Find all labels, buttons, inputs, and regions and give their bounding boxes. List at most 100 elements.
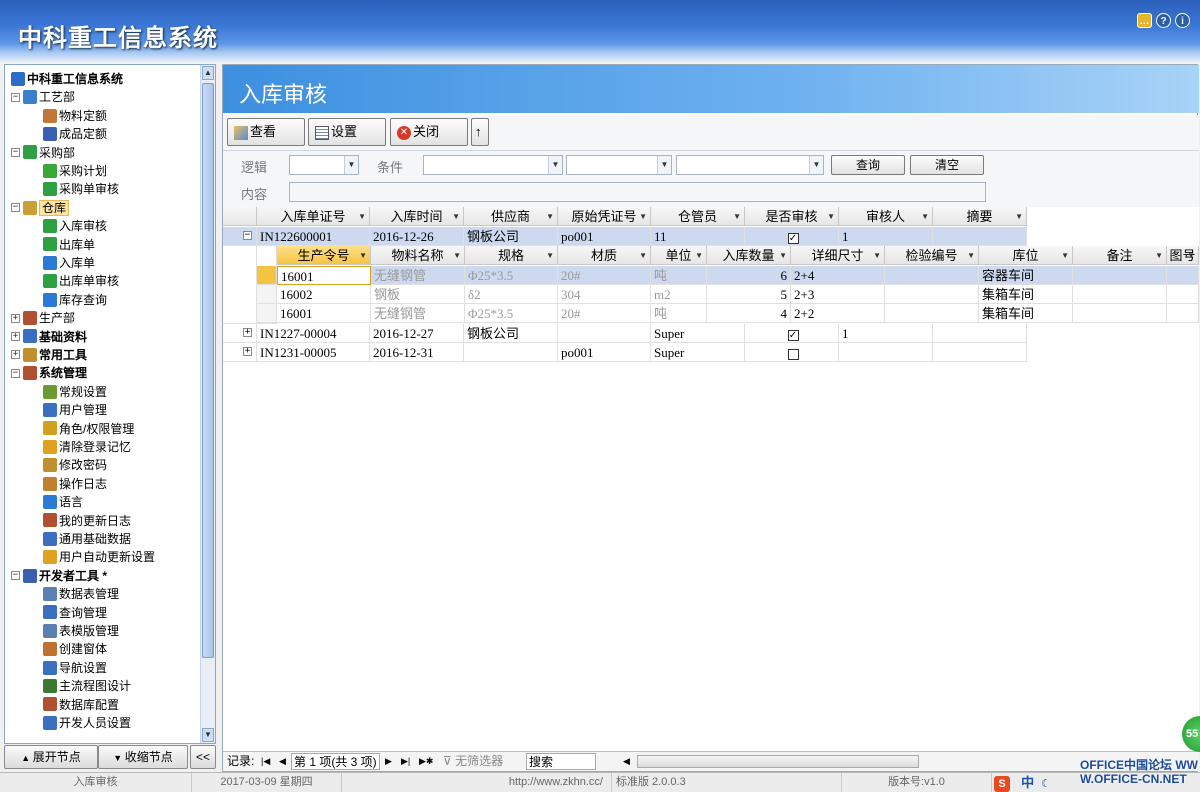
- tree-item[interactable]: 用户管理: [43, 400, 107, 418]
- table-cell[interactable]: 1: [839, 227, 933, 246]
- collapse-icon[interactable]: −: [11, 368, 20, 378]
- tree-item[interactable]: 表模版管理: [43, 621, 119, 639]
- logic-select[interactable]: ▼: [289, 155, 359, 175]
- detail-cell[interactable]: 2+2: [791, 304, 885, 323]
- operator-select[interactable]: ▼: [566, 155, 672, 175]
- table-cell[interactable]: [745, 343, 839, 362]
- filter-arrow-icon[interactable]: ▼: [921, 207, 929, 225]
- record-position[interactable]: 第 1 项(共 3 项): [291, 753, 380, 770]
- tree-item[interactable]: 我的更新日志: [43, 511, 131, 529]
- tree-item[interactable]: − 系统管理: [11, 363, 87, 381]
- filter-arrow-icon[interactable]: ▼: [1155, 246, 1163, 264]
- detail-row-selector[interactable]: [257, 285, 277, 304]
- row-selector[interactable]: −: [223, 227, 257, 246]
- field-select[interactable]: ▼: [423, 155, 563, 175]
- table-cell[interactable]: [933, 227, 1027, 246]
- filter-arrow-icon[interactable]: ▼: [358, 207, 366, 225]
- table-cell[interactable]: Super: [651, 343, 745, 362]
- detail-cell[interactable]: [1167, 304, 1199, 323]
- table-cell[interactable]: 钢板公司: [464, 227, 558, 246]
- filter-arrow-icon[interactable]: ▼: [546, 207, 554, 225]
- audited-checkbox[interactable]: ✓: [787, 232, 799, 244]
- detail-cell[interactable]: 304: [558, 285, 651, 304]
- detail-cell[interactable]: Φ25*3.5: [465, 266, 558, 285]
- tree-item[interactable]: 数据表管理: [43, 584, 119, 602]
- tree-item[interactable]: + 基础资料: [11, 327, 87, 345]
- detail-column-header[interactable]: 图号 ▼: [1167, 246, 1199, 265]
- filter-arrow-icon[interactable]: ▼: [1187, 246, 1195, 264]
- prev-record-icon[interactable]: ◀: [279, 752, 286, 771]
- table-cell[interactable]: po001: [558, 343, 651, 362]
- detail-cell[interactable]: 2+4: [791, 266, 885, 285]
- table-cell[interactable]: [558, 324, 651, 343]
- help-icon[interactable]: ?: [1156, 13, 1171, 28]
- filter-arrow-icon[interactable]: ▼: [1015, 207, 1023, 225]
- settings-button[interactable]: 设置: [308, 118, 386, 146]
- tree-item[interactable]: 导航设置: [43, 658, 107, 676]
- detail-column-header[interactable]: 物料名称 ▼: [371, 246, 465, 265]
- table-cell[interactable]: ✓: [745, 227, 839, 246]
- filter-arrow-icon[interactable]: ▼: [827, 207, 835, 225]
- tree-item[interactable]: − 工艺部: [11, 87, 75, 105]
- table-cell[interactable]: 1: [839, 324, 933, 343]
- scroll-up-icon[interactable]: ▲: [202, 66, 214, 80]
- detail-cell[interactable]: [1167, 266, 1199, 285]
- column-header[interactable]: 审核人 ▼: [839, 207, 933, 226]
- detail-column-header[interactable]: 单位 ▼: [651, 246, 707, 265]
- detail-column-header[interactable]: 备注 ▼: [1073, 246, 1167, 265]
- tree-item[interactable]: 修改密码: [43, 455, 107, 473]
- filter-arrow-icon[interactable]: ▼: [639, 207, 647, 225]
- column-header[interactable]: 入库单证号 ▼: [257, 207, 370, 226]
- row-selector[interactable]: +: [223, 343, 257, 362]
- table-cell[interactable]: IN1231-00005: [257, 343, 370, 362]
- tree-item[interactable]: 成品定额: [43, 124, 107, 142]
- column-header[interactable]: 供应商 ▼: [464, 207, 558, 226]
- next-record-icon[interactable]: ▶: [385, 752, 392, 771]
- detail-cell[interactable]: [1073, 285, 1167, 304]
- detail-cell[interactable]: 4: [707, 304, 791, 323]
- chat-icon[interactable]: …: [1137, 13, 1152, 28]
- toggle-sidebar-button[interactable]: <<: [190, 745, 216, 769]
- detail-cell[interactable]: 吨: [651, 266, 707, 285]
- tree-item[interactable]: + 常用工具: [11, 345, 87, 363]
- detail-row-selector[interactable]: [257, 304, 277, 323]
- filter-arrow-icon[interactable]: ▼: [695, 246, 703, 264]
- detail-indent[interactable]: [223, 246, 257, 324]
- query-button[interactable]: 查询: [831, 155, 905, 175]
- value-select[interactable]: ▼: [676, 155, 824, 175]
- close-button[interactable]: ✕ 关闭: [390, 118, 468, 146]
- filter-arrow-icon[interactable]: ▼: [546, 246, 554, 264]
- search-box[interactable]: 搜索: [526, 753, 596, 770]
- detail-cell[interactable]: [885, 304, 979, 323]
- collapse-nodes-button[interactable]: ▼ 收缩节点: [98, 745, 188, 769]
- column-header[interactable]: 仓管员 ▼: [651, 207, 745, 226]
- tree-item[interactable]: 主流程图设计: [43, 676, 131, 694]
- detail-column-header[interactable]: 规格 ▼: [465, 246, 558, 265]
- tree-item[interactable]: 入库单: [43, 253, 95, 271]
- table-cell[interactable]: [933, 324, 1027, 343]
- clear-button[interactable]: 清空: [910, 155, 984, 175]
- filter-arrow-icon[interactable]: ▼: [359, 246, 367, 264]
- tree-item[interactable]: 采购计划: [43, 161, 107, 179]
- tree-item[interactable]: 物料定额: [43, 106, 107, 124]
- detail-cell[interactable]: 20#: [558, 266, 651, 285]
- detail-cell[interactable]: Φ25*3.5: [465, 304, 558, 323]
- table-cell[interactable]: 钢板公司: [464, 324, 558, 343]
- move-up-button[interactable]: ↑: [471, 118, 489, 146]
- hscroll-left-icon[interactable]: ◀: [623, 752, 630, 771]
- filter-arrow-icon[interactable]: ▼: [733, 207, 741, 225]
- detail-cell[interactable]: 集箱车间: [979, 285, 1073, 304]
- horizontal-scrollbar[interactable]: [637, 755, 919, 768]
- table-cell[interactable]: 2016-12-31: [370, 343, 464, 362]
- expand-icon[interactable]: +: [11, 350, 20, 360]
- expand-icon[interactable]: +: [243, 347, 252, 356]
- no-filter-indicator[interactable]: ⊽ 无筛选器: [443, 752, 503, 771]
- detail-column-header[interactable]: 检验编号 ▼: [885, 246, 979, 265]
- detail-cell[interactable]: 集箱车间: [979, 304, 1073, 323]
- table-cell[interactable]: 2016-12-26: [370, 227, 464, 246]
- tree-item[interactable]: − 仓库: [11, 198, 70, 216]
- detail-column-header[interactable]: 生产令号 ▼: [277, 246, 371, 265]
- row-selector[interactable]: +: [223, 324, 257, 343]
- tree-item[interactable]: 采购单审核: [43, 179, 119, 197]
- detail-cell[interactable]: 容器车间: [979, 266, 1073, 285]
